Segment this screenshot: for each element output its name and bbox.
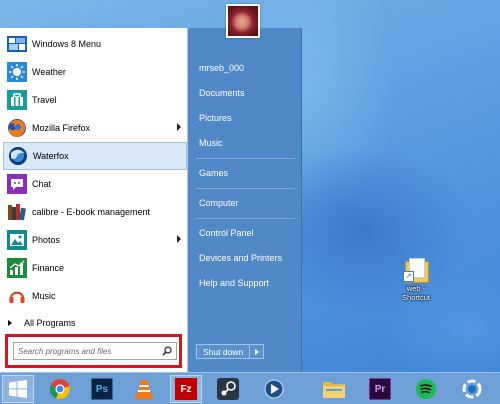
chat-icon [7,174,27,194]
program-windows8-menu[interactable]: Windows 8 Menu [3,30,187,58]
expand-arrow-icon [8,320,12,326]
spotify-icon [416,379,436,399]
program-label: Weather [32,67,66,77]
program-travel[interactable]: Travel [3,86,187,114]
user-avatar[interactable] [226,4,260,38]
firefox-icon [7,118,27,138]
taskbar-file-explorer[interactable] [318,375,350,403]
program-label: Windows 8 Menu [32,39,102,49]
program-label: Waterfox [33,151,69,161]
chrome-icon [49,379,70,400]
program-label: Finance [32,263,65,273]
search-box[interactable] [13,342,177,360]
vlc-icon [135,380,153,399]
separator [196,188,295,189]
program-firefox[interactable]: Mozilla Firefox [3,114,187,142]
program-music[interactable]: Music [3,282,187,310]
place-pictures[interactable]: Pictures [188,106,301,131]
place-control-panel[interactable]: Control Panel [188,221,301,246]
program-chat[interactable]: Chat [3,170,187,198]
taskbar-vlc[interactable] [128,375,160,403]
program-label: Travel [32,95,57,105]
weather-icon [7,62,27,82]
start-menu: Windows 8 Menu Weather Travel Mozilla Fi… [0,0,302,372]
program-photos[interactable]: Photos [3,226,187,254]
places-list: mrseb_000 Documents Pictures Music Games… [188,56,301,296]
shortcut-label: web - [406,284,426,293]
ring-app-icon [462,379,482,399]
search-input[interactable] [18,344,158,358]
web-shortcut[interactable]: ↗ web - Shortcut [396,258,436,302]
place-games[interactable]: Games [188,161,301,186]
taskbar-photoshop[interactable]: Ps [86,375,118,403]
chevron-right-icon [254,348,259,355]
all-programs-button[interactable]: All Programs [8,318,76,328]
taskbar-spotify[interactable] [410,375,442,403]
taskbar-premiere[interactable]: Pr [364,375,396,403]
separator [196,218,295,219]
program-label: Mozilla Firefox [32,123,91,133]
program-waterfox[interactable]: Waterfox [3,142,187,170]
all-programs-label: All Programs [24,318,76,328]
taskbar: Ps Fz Pr [0,372,500,404]
taskbar-chrome[interactable] [44,375,76,403]
program-finance[interactable]: Finance [3,254,187,282]
place-computer[interactable]: Computer [188,191,301,216]
steam-icon [217,378,239,400]
program-weather[interactable]: Weather [3,58,187,86]
program-label: calibre - E-book management [32,207,151,217]
photoshop-label: Ps [95,383,109,395]
program-label: Music [32,291,56,301]
search-icon[interactable] [162,346,172,358]
program-label: Photos [32,235,61,245]
music-icon [7,286,27,306]
shutdown-group: Shut down [196,344,265,359]
program-calibre[interactable]: calibre - E-book management [3,198,187,226]
travel-icon [7,90,27,110]
start-button[interactable] [2,375,34,403]
taskbar-app-ring[interactable] [456,375,488,403]
separator [196,158,295,159]
place-username[interactable]: mrseb_000 [188,56,301,81]
media-player-icon [264,379,284,399]
place-help-support[interactable]: Help and Support [188,271,301,296]
folder-icon [323,382,345,398]
shutdown-button[interactable]: Shut down [196,344,251,359]
photos-icon [7,230,27,250]
waterfox-icon [8,146,28,166]
calibre-icon [7,202,27,222]
finance-icon [7,258,27,278]
shutdown-options-button[interactable] [250,344,265,359]
premiere-label: Pr [374,383,386,395]
place-music[interactable]: Music [188,131,301,156]
taskbar-filezilla[interactable]: Fz [170,375,202,403]
program-label: Chat [32,179,52,189]
windows8-menu-icon [7,34,27,54]
taskbar-steam[interactable] [212,375,244,403]
taskbar-media-player[interactable] [258,375,290,403]
submenu-arrow-icon [177,235,181,243]
place-documents[interactable]: Documents [188,81,301,106]
shortcut-label-2: Shortcut [402,293,430,302]
windows-logo-icon [9,380,27,398]
program-list: Windows 8 Menu Weather Travel Mozilla Fi… [3,30,187,310]
filezilla-label: Fz [180,383,192,395]
place-devices-printers[interactable]: Devices and Printers [188,246,301,271]
submenu-arrow-icon [177,123,181,131]
folder-shortcut-icon: ↗ [403,258,429,283]
